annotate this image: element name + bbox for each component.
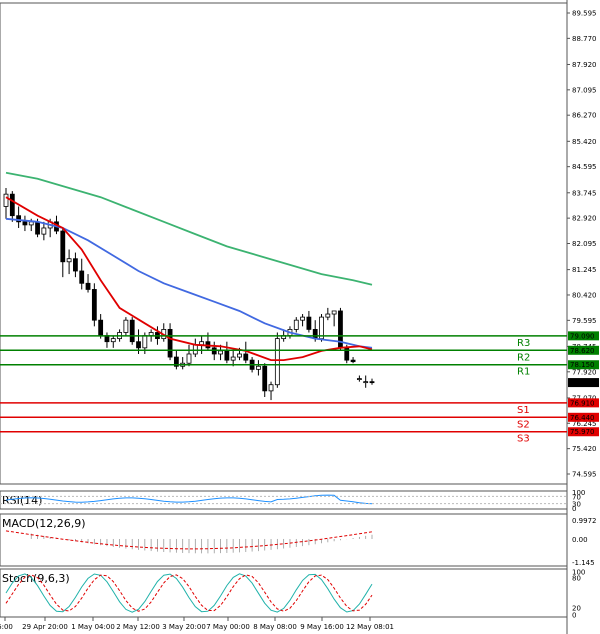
candle-body xyxy=(306,316,312,330)
price-tick-label: 87.095 xyxy=(572,86,597,94)
macd-tick-label: -1.145 xyxy=(572,559,595,567)
price-tick-label: 85.420 xyxy=(572,138,597,146)
candle-body xyxy=(369,381,375,384)
candle-body xyxy=(136,341,141,349)
candle-body xyxy=(41,227,47,235)
time-tick-label: 8 May 08:00 xyxy=(253,623,297,631)
candle-body xyxy=(167,328,173,358)
candle-body xyxy=(79,270,85,284)
time-tick-label: 3 May 20:00 xyxy=(162,623,206,631)
candle-body xyxy=(268,384,274,392)
level-price-label: 78.620 xyxy=(570,347,595,355)
candle-body xyxy=(73,258,78,272)
candle-body xyxy=(230,356,236,361)
candle-body xyxy=(98,319,104,336)
level-price-label: 79.090 xyxy=(570,332,595,340)
level-name-r3: R3 xyxy=(517,338,530,349)
candle-body xyxy=(22,221,28,226)
candle-body xyxy=(142,335,148,349)
price-tick-label: 81.245 xyxy=(572,266,597,274)
candle-body xyxy=(123,319,129,333)
time-tick-label: 1 May 04:00 xyxy=(71,623,115,631)
time-tick-label: 7 May 00:00 xyxy=(206,623,250,631)
price-tick-label: 77.920 xyxy=(572,368,597,376)
price-tick-label: 89.595 xyxy=(572,10,597,18)
current-price-label: 77.570 xyxy=(570,379,595,387)
candle-body xyxy=(91,289,97,321)
candle-body xyxy=(243,353,249,361)
rsi-tick-label: 0 xyxy=(572,505,576,513)
candle-body xyxy=(148,332,154,336)
candle-body xyxy=(325,313,331,318)
candle-body xyxy=(274,338,280,386)
price-tick-label: 74.595 xyxy=(572,471,597,479)
level-price-label: 78.150 xyxy=(570,361,595,369)
macd-label: MACD(12,26,9) xyxy=(2,517,86,530)
price-tick-label: 75.420 xyxy=(572,445,597,453)
candle-body xyxy=(35,221,40,235)
candle-body xyxy=(262,365,268,392)
trading-chart[interactable]: 89.595 88.770 87.920 87.095 86.270 85.420 84.5… xyxy=(0,0,600,634)
candle-body xyxy=(192,344,198,355)
price-tick-label: 88.770 xyxy=(572,35,597,43)
candle-body xyxy=(312,328,318,340)
level-name-r2: R2 xyxy=(517,352,530,363)
level-price-label: 76.910 xyxy=(570,399,595,407)
level-name-s2: S2 xyxy=(517,419,530,430)
price-tick-label: 82.095 xyxy=(572,240,597,248)
candle-body xyxy=(66,258,72,263)
candle-body xyxy=(350,359,356,363)
candle-body xyxy=(28,221,34,226)
candle-body xyxy=(300,316,305,321)
level-name-r1: R1 xyxy=(517,367,530,378)
candle-body xyxy=(363,381,369,384)
time-tick-label: 12 May 08:01 xyxy=(346,623,394,631)
candle-body xyxy=(331,310,337,315)
candle-body xyxy=(256,365,261,370)
price-tick-label: 82.920 xyxy=(572,215,597,223)
candle-body xyxy=(356,378,362,380)
candle-body xyxy=(224,350,230,361)
time-tick-label: 2 May 12:00 xyxy=(116,623,160,631)
macd-tick-label: 0.00 xyxy=(572,536,588,544)
level-name-s3: S3 xyxy=(517,434,530,445)
candle-body xyxy=(110,338,116,343)
candle-body xyxy=(60,230,66,263)
time-tick-label: 29 Apr 20:00 xyxy=(22,623,68,631)
level-name-s1: S1 xyxy=(517,405,530,416)
candle-body xyxy=(3,193,9,207)
candle-body xyxy=(85,282,91,290)
candle-body xyxy=(293,319,299,330)
price-tick-label: 86.270 xyxy=(572,112,597,120)
candle-body xyxy=(186,353,192,364)
price-tick-label: 87.920 xyxy=(572,61,597,69)
level-price-label: 75.970 xyxy=(570,428,595,436)
stoch-tick-label: 0 xyxy=(572,612,576,620)
price-tick-label: 79.595 xyxy=(572,317,597,325)
candle-body xyxy=(237,353,242,358)
stoch-tick-label: 80 xyxy=(572,575,581,583)
candle-body xyxy=(129,319,135,343)
time-tick-label: 9 May 16:00 xyxy=(300,623,344,631)
level-price-label: 76.440 xyxy=(570,414,595,422)
price-tick-label: 80.420 xyxy=(572,291,597,299)
time-tick-label: 6:00 xyxy=(0,623,13,631)
price-tick-label: 83.745 xyxy=(572,189,597,197)
candle-body xyxy=(218,350,223,355)
macd-tick-label: 0.9972 xyxy=(572,517,597,525)
candle-body xyxy=(9,193,15,217)
price-tick-label: 84.595 xyxy=(572,163,597,171)
